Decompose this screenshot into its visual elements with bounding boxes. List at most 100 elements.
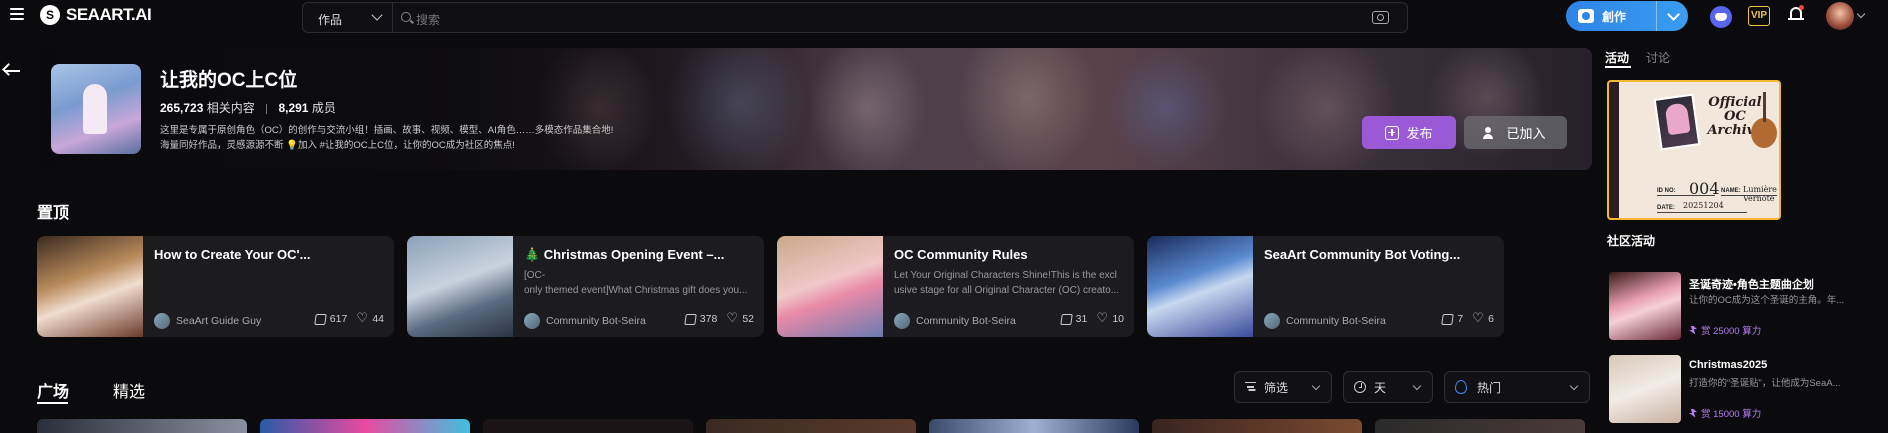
publish-button[interactable]: 发布 (1362, 116, 1456, 149)
pinned-card-title: 🎄 Christmas Opening Event –... (524, 247, 725, 262)
bell-icon[interactable] (1788, 5, 1804, 23)
logo[interactable]: S SEAART.AI (40, 5, 152, 25)
lightning-icon (1689, 325, 1697, 335)
heart-icon[interactable] (1472, 310, 1484, 326)
discord-icon[interactable] (1710, 6, 1732, 28)
logo-icon: S (40, 5, 60, 25)
thumbs-up-icon[interactable] (1059, 313, 1073, 325)
active-tab-indicator (37, 402, 68, 404)
pinned-card-excerpt: Let Your Original Characters Shine!This … (894, 270, 1120, 296)
feed-item[interactable] (706, 419, 916, 433)
name-label: NAME: (1721, 188, 1741, 194)
pinned-card-author[interactable]: Community Bot-Seira (894, 313, 1016, 329)
thumbs-up-icon[interactable] (1441, 313, 1455, 325)
pinned-card[interactable]: How to Create Your OC'... SeaArt Guide G… (37, 236, 394, 337)
guitar-icon (1749, 92, 1779, 152)
pinned-card-author[interactable]: Community Bot-Seira (524, 313, 646, 329)
author-name: SeaArt Guide Guy (176, 315, 262, 327)
date-label: DATE: (1657, 205, 1675, 211)
sort-select[interactable]: 热门 (1444, 371, 1590, 403)
tab-featured[interactable]: 精选 (113, 378, 145, 402)
pinned-card[interactable]: OC Community Rules Let Your Original Cha… (777, 236, 1134, 337)
pinned-card[interactable]: SeaArt Community Bot Voting... Community… (1147, 236, 1504, 337)
pinned-card-stats: 378 52 (684, 310, 754, 326)
plus-icon (1385, 125, 1400, 140)
filter-select[interactable]: 筛选 (1234, 371, 1332, 403)
filter-label: 筛选 (1264, 380, 1289, 395)
description-line: 这里是专属于原创角色（OC）的创作与交流小组！插画、故事、视频、模型、AI角色…… (160, 125, 614, 136)
top-bar: S SEAART.AI 作品 搜索 創作 VIP (0, 0, 1888, 34)
author-name: Community Bot-Seira (1286, 315, 1386, 327)
create-dropdown-toggle[interactable] (1656, 1, 1688, 31)
publish-label: 发布 (1406, 126, 1433, 141)
search-input[interactable]: 搜索 (416, 11, 440, 28)
create-button[interactable]: 創作 (1566, 1, 1688, 31)
thumbs-up-icon[interactable] (314, 313, 327, 325)
pinned-card-image (1147, 236, 1253, 337)
heart-count: 44 (372, 313, 384, 325)
sort-label: 热门 (1477, 380, 1502, 395)
search-scope-label: 作品 (318, 13, 343, 27)
heart-icon[interactable] (726, 310, 738, 326)
feed-item[interactable] (37, 419, 247, 433)
group-description: 这里是专属于原创角色（OC）的创作与交流小组！插画、故事、视频、模型、AI角色…… (160, 123, 720, 153)
chevron-down-icon (1412, 381, 1422, 391)
feed-item[interactable] (1375, 419, 1585, 433)
pinned-card-stats: 31 10 (1059, 310, 1124, 326)
feed-item[interactable] (483, 419, 693, 433)
tab-discussion[interactable]: 讨论 (1646, 49, 1670, 66)
group-title: 让我的OC上C位 (160, 70, 298, 91)
search-icon (401, 12, 411, 22)
pinned-card-author[interactable]: SeaArt Guide Guy (154, 313, 261, 329)
avatar[interactable] (1826, 2, 1854, 30)
camera-icon[interactable] (1372, 11, 1389, 24)
author-name: Community Bot-Seira (546, 315, 646, 327)
chevron-down-icon (1569, 381, 1579, 391)
clock-icon (1354, 381, 1366, 393)
tab-activity[interactable]: 活动 (1605, 49, 1629, 66)
id-label: ID NO: (1657, 188, 1676, 194)
pinned-card-title: SeaArt Community Bot Voting... (1264, 247, 1461, 262)
pinned-card[interactable]: 🎄 Christmas Opening Event –... [OC-only … (407, 236, 764, 337)
activity-desc: 打造你的“圣诞贴”，让他成为SeaA... (1689, 378, 1841, 389)
vip-icon[interactable]: VIP (1748, 6, 1770, 26)
heart-icon[interactable] (356, 310, 368, 326)
time-label: 天 (1374, 380, 1387, 395)
time-select[interactable]: 天 (1343, 371, 1433, 403)
content-label: 相关内容 (206, 101, 255, 115)
featured-archive-card[interactable]: Official OC Archive ID NO: 004 NAME: Lum… (1607, 80, 1781, 220)
feed-item[interactable] (260, 419, 470, 433)
name-value: Lumière Vernote (1743, 185, 1777, 203)
activity-title: Christmas2025 (1689, 359, 1768, 371)
chevron-down-icon (1311, 381, 1321, 391)
activity-title: 圣诞奇迹•角色主题曲企划 (1689, 279, 1814, 291)
heart-icon[interactable] (1096, 310, 1108, 326)
activity-item[interactable]: 圣诞奇迹•角色主题曲企划 让你的OC成为这个圣诞的主角。年... 赏 25000… (1607, 272, 1888, 340)
search-bar[interactable]: 作品 搜索 (302, 2, 1408, 33)
avatar (1264, 313, 1280, 329)
thumbs-up-icon[interactable] (684, 313, 697, 325)
joined-button[interactable]: 已加入 (1464, 116, 1567, 149)
feed-item[interactable] (1152, 419, 1362, 433)
feed-item[interactable] (929, 419, 1139, 433)
chevron-down-icon (371, 9, 383, 21)
menu-icon[interactable] (10, 8, 24, 20)
pinned-card-author[interactable]: Community Bot-Seira (1264, 313, 1386, 329)
pinned-card-excerpt: [OC-only themed event]What Christmas gif… (524, 270, 748, 296)
logo-text: SEAART.AI (66, 5, 152, 24)
activity-prize: 赏 25000 算力 (1689, 323, 1761, 337)
activity-item[interactable]: Christmas2025 打造你的“圣诞贴”，让他成为SeaA... 赏 15… (1607, 355, 1888, 423)
filter-icon (1245, 382, 1256, 392)
avatar (524, 313, 540, 329)
chevron-down-icon[interactable] (1856, 9, 1866, 19)
date-value: 20251204 (1683, 201, 1724, 210)
pinned-card-image (37, 236, 143, 337)
lightning-icon (1689, 408, 1697, 418)
member-label: 成员 (311, 101, 336, 115)
create-label: 創作 (1602, 9, 1627, 24)
back-arrow-icon[interactable] (2, 63, 22, 78)
tab-plaza[interactable]: 广场 (37, 378, 69, 404)
active-tab-indicator (1605, 66, 1631, 68)
description-line: 海量同好作品，灵感源源不断 💡加入 #让我的OC上C位，让你的OC成为社区的焦点… (160, 140, 515, 151)
search-scope-select[interactable]: 作品 (303, 3, 393, 32)
